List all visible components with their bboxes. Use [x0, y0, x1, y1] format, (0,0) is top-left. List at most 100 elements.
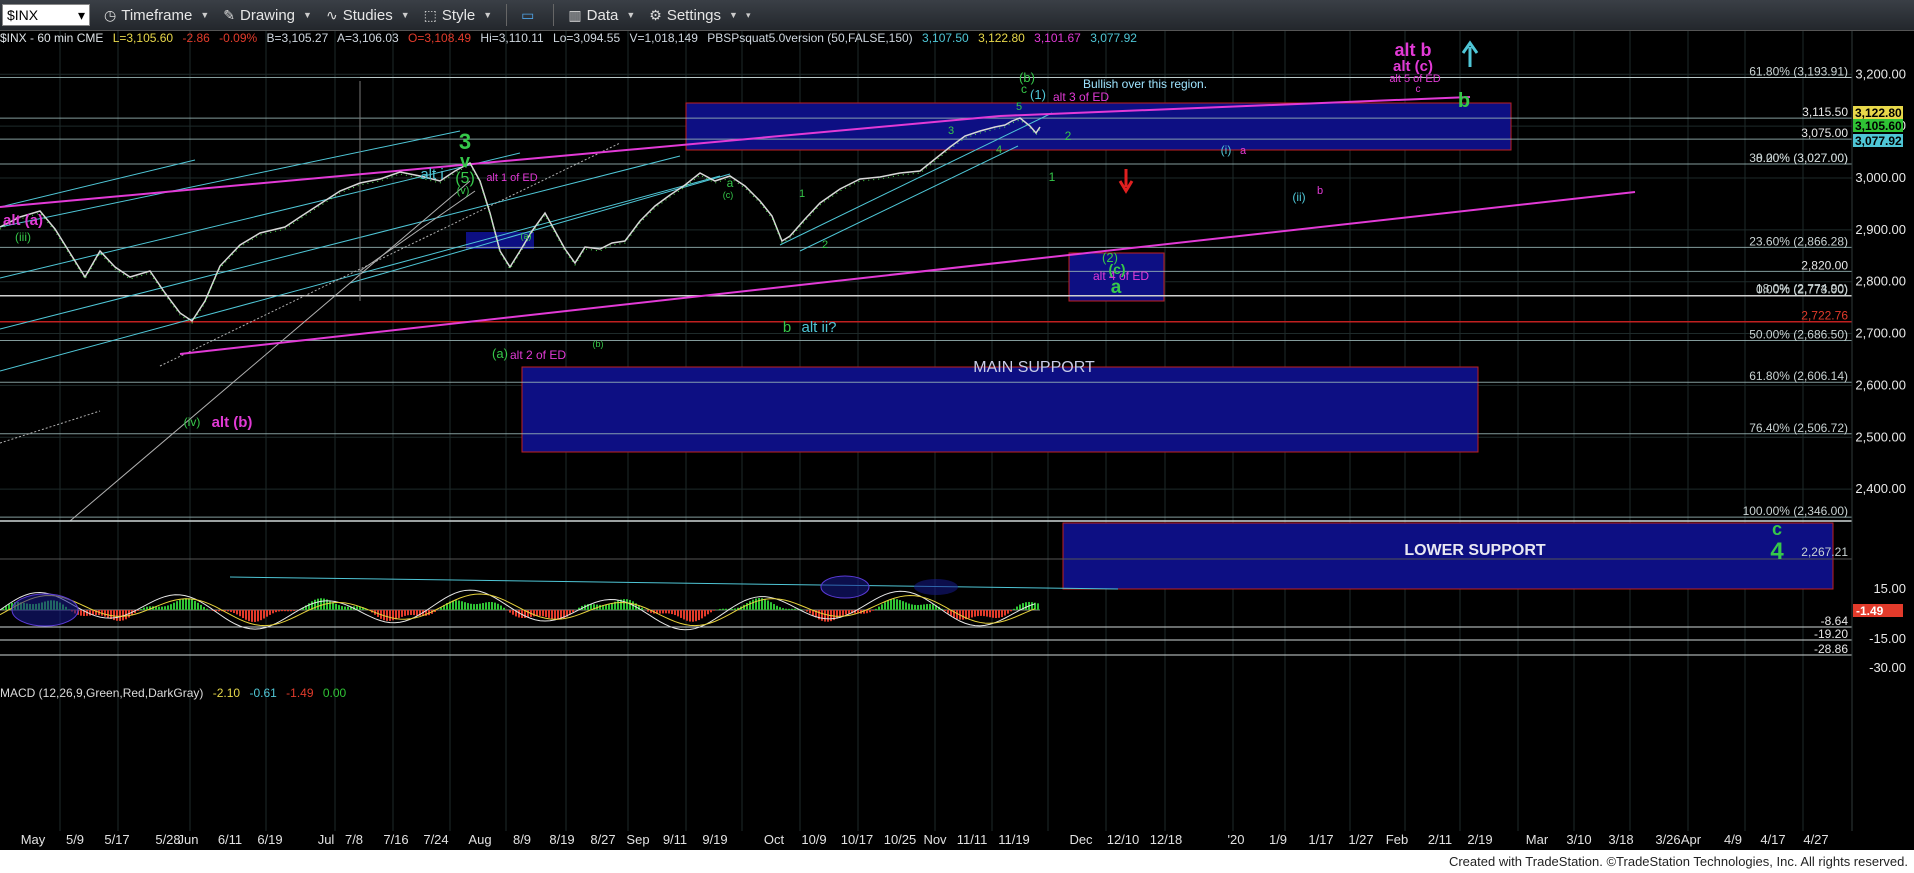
bullish-region-box — [685, 102, 1512, 151]
macd-hist-bar — [239, 610, 241, 617]
date-tick-label: 6/11 — [217, 832, 243, 847]
price-tick-label: 2,800.00 — [1855, 274, 1906, 289]
label-n1: 1 — [1049, 170, 1056, 184]
date-tick-label: 8/19 — [549, 832, 575, 847]
label-a-paren: (a) — [492, 346, 508, 361]
channel-line — [799, 145, 1019, 252]
macd-hist-bar — [491, 602, 493, 610]
macd-hist-bar — [197, 602, 199, 610]
label-c-paren-small: (c) — [723, 190, 734, 200]
macd-hist-bar — [479, 603, 481, 610]
macd-hist-bar — [788, 608, 790, 610]
macd-hist-bar — [395, 610, 397, 620]
symbol-info-bar: $INX - 60 min CME L=3,105.60 -2.86 -0.09… — [0, 31, 1143, 47]
date-tick-label: 1/27 — [1348, 832, 1374, 847]
macd-hist-bar — [1004, 610, 1006, 616]
macd-hist-bar — [158, 606, 160, 610]
macd-hist-bar — [896, 599, 898, 610]
macd-hist-bar — [452, 600, 454, 610]
macd-label: MACD (12,26,9,Green,Red,DarkGray) — [0, 686, 204, 700]
macd-hist-bar — [926, 604, 928, 610]
macd-trend-line — [229, 576, 1119, 590]
macd-hist-bar — [470, 603, 472, 610]
price-tick-label: 3,200.00 — [1855, 66, 1906, 81]
macd-hist-bar — [494, 602, 496, 610]
footer: Created with TradeStation. ©TradeStation… — [0, 850, 1914, 873]
symbol-input[interactable]: $INX ▾ — [2, 4, 90, 26]
style-button[interactable]: ⬚ Style ▼ — [424, 7, 493, 24]
macd-hist-bar — [284, 610, 286, 612]
settings-button[interactable]: ⚙ Settings ▼ ▾ — [649, 7, 750, 24]
date-tick-label: 6/19 — [257, 832, 283, 847]
macd-hist-bar — [179, 599, 181, 610]
date-tick-label: 2/19 — [1467, 832, 1493, 847]
macd-hist-bar — [980, 610, 982, 616]
date-tick-label: '20 — [1227, 832, 1245, 847]
label-alt-ii: alt ii? — [801, 319, 836, 336]
macd-hist-bar — [668, 610, 670, 614]
date-tick-label: 8/27 — [590, 832, 616, 847]
studies-button[interactable]: ∿ Studies ▼ — [326, 7, 410, 24]
fib-level-label: 76.40% (2,506.72) — [1749, 421, 1848, 435]
macd-hist-bar — [767, 600, 769, 610]
macd-hist-bar — [890, 599, 892, 610]
label-n4: 4 — [996, 144, 1002, 156]
macd-hist-bar — [683, 610, 685, 620]
fib-level-label: 50.00% (2,686.50) — [1749, 328, 1848, 342]
label-b-mag: b — [1317, 185, 1323, 197]
price-chart[interactable]: 15.00-15.00-30.00-8.64-19.20-28.86-1.49 … — [0, 31, 1914, 831]
macd-hist-bar — [944, 610, 946, 612]
symbol-dropdown-icon[interactable]: ▾ — [78, 7, 85, 24]
macd-hist-bar — [659, 610, 661, 614]
fib-level-label: 18.0% (2,774.90) — [1756, 282, 1848, 296]
date-tick-label: 2/11 — [1427, 832, 1453, 847]
macd-hist-bar — [731, 608, 733, 610]
macd-hist-bar — [923, 604, 925, 610]
macd-hist-bar — [386, 610, 388, 621]
fib-level-label: 61.80% (3,193.91) — [1749, 64, 1848, 78]
macd-hist-bar — [674, 610, 676, 616]
macd-hist-bar — [785, 608, 787, 610]
macd-hist-bar — [182, 598, 184, 610]
macd-hist-bar — [848, 610, 850, 614]
label-c-paren: (c) — [1108, 261, 1125, 277]
macd-hist-bar — [719, 608, 721, 610]
label-iii-paren: (iii) — [15, 230, 31, 244]
label-alt-b-paren: alt (b) — [212, 414, 253, 431]
macd-hist-bar — [713, 610, 715, 611]
label-c-big: c — [1772, 519, 1782, 539]
study-value-1: 3,107.50 — [922, 31, 969, 45]
drawing-button[interactable]: ✎ Drawing ▼ — [223, 7, 312, 24]
support-boxes — [466, 102, 1834, 590]
label-b-paren2: (b) — [593, 339, 604, 349]
label-i-paren: (i) — [1221, 143, 1232, 157]
macd-hist-bar — [968, 610, 970, 619]
label-c-mag: c — [1416, 84, 1421, 95]
channel-line — [0, 410, 101, 444]
macd-hist-bar — [293, 610, 295, 612]
date-tick-label: 4/27 — [1803, 832, 1829, 847]
label-1-paren: (1) — [1030, 87, 1046, 102]
macd-hist-bar — [200, 604, 202, 610]
macd-hist-bar — [776, 605, 778, 610]
style-icon: ⬚ — [423, 6, 437, 23]
date-tick-label: Feb — [1385, 832, 1409, 847]
macd-hist-bar — [686, 610, 688, 621]
data-button[interactable]: ▥ Data ▼ — [568, 7, 635, 24]
layout-button[interactable]: ▭ — [521, 7, 539, 24]
date-tick-label: 11/11 — [956, 832, 988, 847]
macd-hist-bar — [779, 607, 781, 610]
toolbar: $INX ▾ ◷ Timeframe ▼ ✎ Drawing ▼ ∿ Studi… — [0, 0, 1914, 31]
macd-hist-bar — [995, 610, 997, 619]
date-tick-label: 10/17 — [840, 832, 874, 847]
macd-hist-bar — [599, 604, 601, 610]
timeframe-button[interactable]: ◷ Timeframe ▼ — [104, 7, 209, 24]
macd-hist-bar — [236, 610, 238, 615]
macd-hist-bar — [677, 610, 679, 617]
macd-hist-bar — [1037, 603, 1039, 610]
macd-hist-bar — [188, 598, 190, 610]
macd-hist-bar — [320, 598, 322, 610]
macd-hist-bar — [629, 599, 631, 610]
macd-hist-bar — [1019, 604, 1021, 610]
main-support-box — [521, 366, 1479, 453]
